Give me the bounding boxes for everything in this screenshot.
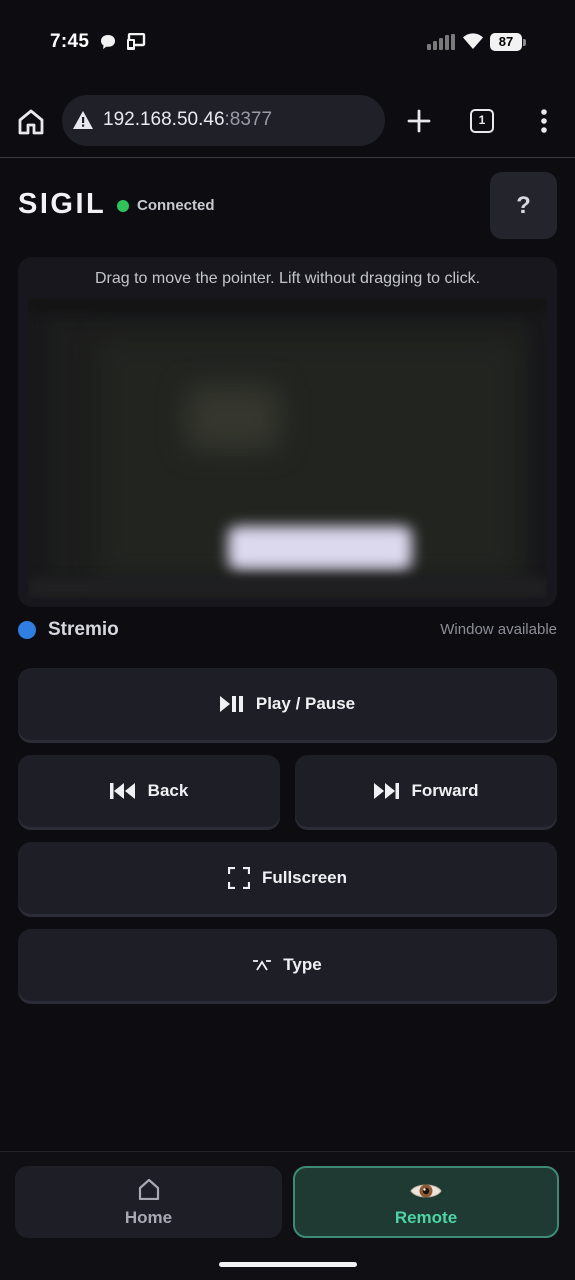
warning-icon[interactable]	[72, 110, 94, 130]
cellular-signal-icon	[427, 34, 455, 50]
play-pause-button[interactable]: Play / Pause	[18, 668, 557, 740]
type-label: Type	[283, 955, 322, 974]
status-bar: 7:45 87	[0, 0, 575, 86]
url-text[interactable]: 192.168.50.46:8377	[103, 109, 272, 131]
fullscreen-button[interactable]: Fullscreen	[18, 842, 557, 914]
more-options-icon[interactable]	[533, 106, 555, 136]
play-pause-icon	[219, 696, 243, 712]
app-indicator-icon	[18, 621, 36, 639]
browser-home-icon[interactable]	[16, 107, 46, 137]
address-bar[interactable]: 192.168.50.46:8377	[62, 95, 385, 146]
nav-home-tab[interactable]: Home	[15, 1166, 282, 1238]
screen-preview[interactable]	[28, 298, 547, 598]
type-button[interactable]: Type	[18, 929, 557, 1001]
url-host: 192.168.50.46	[103, 109, 225, 130]
skip-back-icon	[109, 783, 135, 799]
help-button[interactable]: ?	[490, 172, 557, 239]
connection-status: Connected	[137, 197, 215, 214]
forward-label: Forward	[411, 781, 479, 800]
fullscreen-label: Fullscreen	[261, 868, 348, 887]
nav-home-label: Home	[124, 1208, 173, 1227]
browser-toolbar: 192.168.50.46:8377 1	[0, 86, 575, 158]
battery-level: 87	[490, 33, 522, 51]
app-title: SIGIL	[18, 188, 107, 220]
nav-remote-label: Remote	[394, 1208, 458, 1227]
window-status: Window available	[440, 621, 557, 638]
wifi-icon	[463, 33, 483, 49]
back-button[interactable]: Back	[18, 755, 280, 827]
home-indicator	[219, 1262, 357, 1267]
battery-icon: 87	[490, 33, 526, 51]
back-label: Back	[147, 781, 189, 800]
home-icon	[138, 1178, 159, 1200]
nav-remote-tab[interactable]: Remote	[293, 1166, 559, 1238]
cast-icon	[127, 33, 146, 50]
eye-icon	[410, 1184, 442, 1198]
bottom-navigation: Home Remote	[0, 1151, 575, 1280]
url-port: :8377	[224, 109, 273, 130]
connection-indicator-icon	[117, 200, 129, 212]
keyboard-type-icon	[253, 960, 272, 971]
forward-button[interactable]: Forward	[295, 755, 557, 827]
touchpad-hint: Drag to move the pointer. Lift without d…	[94, 270, 481, 287]
tab-switcher-button[interactable]: 1	[470, 109, 494, 133]
target-app-name: Stremio	[48, 619, 119, 640]
clock: 7:45	[50, 31, 90, 52]
touchpad-area[interactable]: Drag to move the pointer. Lift without d…	[18, 257, 557, 607]
fullscreen-icon	[227, 867, 250, 889]
chat-bubble-icon	[101, 35, 115, 49]
new-tab-icon[interactable]	[404, 106, 434, 136]
skip-forward-icon	[374, 783, 400, 799]
play-pause-label: Play / Pause	[255, 694, 356, 713]
